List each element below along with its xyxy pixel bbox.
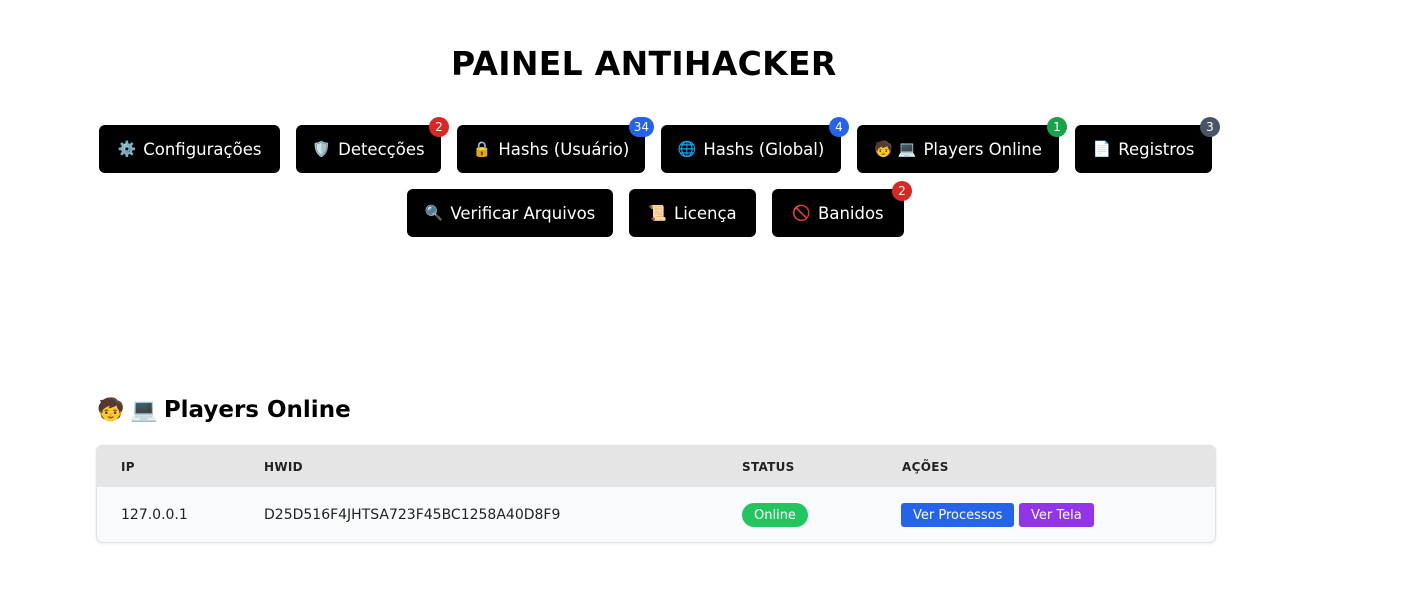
header-ip: IP — [121, 460, 135, 474]
prohibited-icon: 🚫 — [792, 204, 812, 222]
nav-label: Configurações — [143, 139, 262, 159]
count-badge: 34 — [628, 117, 654, 137]
status-badge: Online — [742, 503, 808, 527]
globe-icon: 🌐 — [677, 140, 697, 158]
nav-button-hashs-usuario[interactable]: 🔒 Hashs (Usuário) 34 — [457, 117, 654, 173]
players-table: IP HWID STATUS AÇÕES 127.0.0.1 D25D516F4… — [96, 445, 1216, 543]
header-status: STATUS — [742, 460, 795, 474]
nav-button-players-online[interactable]: 🧒 💻 Players Online 1 — [857, 117, 1067, 173]
nav-button-verificar-arquivos[interactable]: 🔍 Verificar Arquivos — [407, 189, 613, 237]
section-title: 🧒 💻 Players Online — [97, 397, 351, 423]
section-title-text: Players Online — [163, 397, 351, 423]
nav-button-licenca[interactable]: 📜 Licença — [629, 189, 756, 237]
nav-button-registros[interactable]: 📄 Registros 3 — [1075, 117, 1220, 173]
nav-label: Hashs (Global) — [703, 139, 825, 159]
page-title: PAINEL ANTIHACKER — [451, 44, 837, 83]
nav-button-configuracoes[interactable]: ⚙️ Configurações — [99, 125, 280, 173]
count-badge: 2 — [892, 181, 912, 201]
count-badge: 4 — [829, 117, 849, 137]
count-badge: 1 — [1047, 117, 1067, 137]
nav-label: Players Online — [923, 139, 1042, 159]
nav-label: Detecções — [338, 139, 425, 159]
nav-label: Banidos — [818, 203, 884, 223]
header-hwid: HWID — [264, 460, 303, 474]
table-row: 127.0.0.1 D25D516F4JHTSA723F45BC1258A40D… — [97, 487, 1215, 542]
ver-tela-button[interactable]: Ver Tela — [1019, 503, 1094, 527]
ver-processos-button[interactable]: Ver Processos — [901, 503, 1015, 527]
cell-hwid: D25D516F4JHTSA723F45BC1258A40D8F9 — [264, 507, 561, 523]
nav-label: Licença — [674, 203, 737, 223]
document-icon: 📄 — [1092, 140, 1112, 158]
laptop-icon: 💻 — [130, 397, 158, 423]
laptop-icon: 💻 — [897, 140, 917, 158]
count-badge: 3 — [1200, 117, 1220, 137]
child-icon: 🧒 — [97, 397, 125, 423]
count-badge: 2 — [429, 117, 449, 137]
nav-label: Verificar Arquivos — [450, 203, 596, 223]
child-icon: 🧒 — [874, 140, 893, 158]
nav-button-banidos[interactable]: 🚫 Banidos 2 — [772, 181, 912, 237]
scroll-icon: 📜 — [648, 204, 668, 222]
header-acoes: AÇÕES — [902, 460, 949, 474]
nav-button-deteccoes[interactable]: 🛡️ Detecções 2 — [296, 117, 449, 173]
cell-ip: 127.0.0.1 — [121, 507, 188, 523]
gear-icon: ⚙️ — [117, 140, 137, 158]
nav-label: Registros — [1118, 139, 1195, 159]
nav-button-hashs-global[interactable]: 🌐 Hashs (Global) 4 — [661, 117, 849, 173]
shield-icon: 🛡️ — [312, 140, 332, 158]
nav-label: Hashs (Usuário) — [498, 139, 630, 159]
magnifier-icon: 🔍 — [424, 204, 444, 222]
table-header: IP HWID STATUS AÇÕES — [97, 446, 1215, 487]
lock-icon: 🔒 — [472, 140, 492, 158]
